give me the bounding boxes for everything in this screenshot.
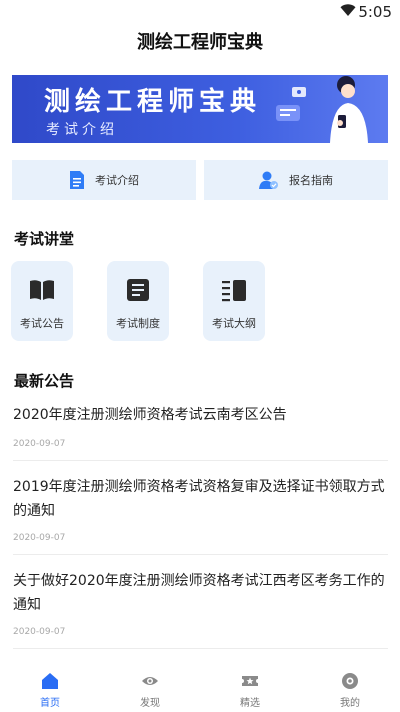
banner-subtitle: 考试介绍 — [46, 122, 118, 138]
tab-featured-label: 精选 — [240, 698, 260, 709]
news-date: 2020-09-07 — [13, 439, 66, 449]
news-date: 2020-09-07 — [13, 533, 66, 543]
status-bar: 5:05 — [0, 0, 400, 24]
person-phone-illustration — [276, 76, 368, 143]
exam-announcement-tile[interactable]: 考试公告 — [11, 261, 73, 341]
registration-guide-button[interactable]: 报名指南 — [204, 160, 388, 200]
tab-discover-label: 发现 — [140, 698, 160, 709]
wifi-icon — [340, 4, 356, 16]
tab-discover[interactable]: 发现 — [100, 668, 200, 712]
news-item[interactable]: 2020年度注册测绘师资格考试云南考区公告 2020-09-07 — [13, 403, 388, 461]
tab-profile-label: 我的 — [340, 698, 360, 709]
news-section-title: 最新公告 — [14, 372, 75, 390]
bottom-tab-bar: 首页 发现 精选 我的 — [0, 668, 400, 712]
exam-announcement-label: 考试公告 — [20, 317, 64, 330]
exam-outline-label: 考试大纲 — [212, 317, 256, 330]
exam-system-tile[interactable]: 考试制度 — [107, 261, 169, 341]
banner-title: 测绘工程师宝典 — [44, 87, 262, 117]
news-date: 2020-09-07 — [13, 627, 66, 637]
note-icon — [127, 279, 149, 301]
news-item[interactable]: 2019年度注册测绘师资格考试资格复审及选择证书领取方式的通知 2020-09-… — [13, 475, 388, 555]
registration-guide-label: 报名指南 — [289, 174, 333, 187]
home-icon — [42, 673, 58, 689]
tab-home-label: 首页 — [40, 698, 60, 709]
status-time: 5:05 — [358, 3, 392, 21]
tab-home[interactable]: 首页 — [0, 668, 100, 712]
tab-featured[interactable]: 精选 — [200, 668, 300, 712]
news-item[interactable]: 关于做好2020年度注册测绘师资格考试江西考区考务工作的通知 2020-09-0… — [13, 569, 388, 649]
profile-icon — [342, 673, 358, 689]
lecture-section-title: 考试讲堂 — [14, 230, 75, 248]
eye-icon — [142, 677, 158, 685]
book-icon — [30, 280, 54, 300]
banner[interactable]: 测绘工程师宝典 考试介绍 — [12, 75, 388, 143]
exam-intro-label: 考试介绍 — [95, 174, 139, 187]
page-title: 测绘工程师宝典 — [137, 32, 263, 53]
exam-outline-tile[interactable]: 考试大纲 — [203, 261, 265, 341]
tab-profile[interactable]: 我的 — [300, 668, 400, 712]
news-title: 关于做好2020年度注册测绘师资格考试江西考区考务工作的通知 — [13, 573, 385, 613]
outline-icon — [222, 280, 246, 302]
news-title: 2020年度注册测绘师资格考试云南考区公告 — [13, 407, 287, 423]
user-badge-icon — [259, 171, 278, 189]
news-title: 2019年度注册测绘师资格考试资格复审及选择证书领取方式的通知 — [13, 479, 385, 519]
document-icon — [70, 171, 84, 189]
star-ticket-icon — [242, 676, 258, 686]
exam-system-label: 考试制度 — [116, 317, 160, 330]
exam-intro-button[interactable]: 考试介绍 — [12, 160, 196, 200]
